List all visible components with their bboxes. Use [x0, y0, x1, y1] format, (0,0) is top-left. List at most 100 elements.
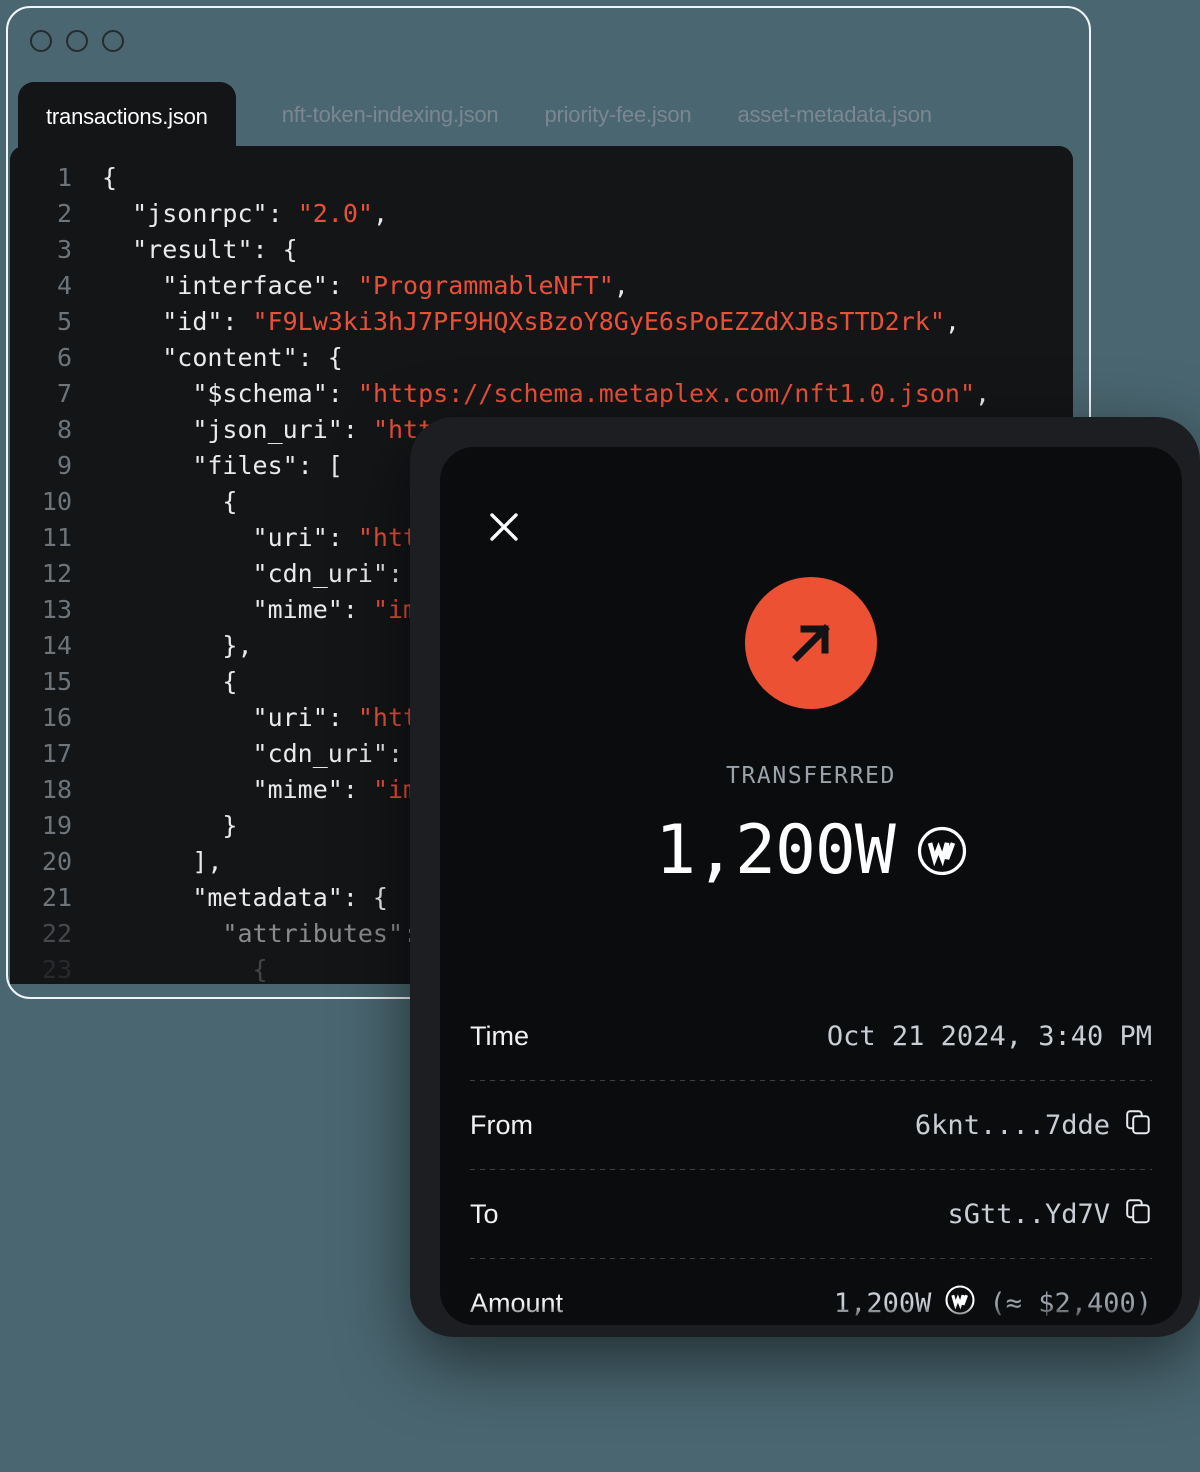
code-token: {: [222, 667, 238, 696]
code-token: "$schema":: [192, 379, 358, 408]
code-token: ,: [975, 379, 991, 408]
code-token: {: [222, 487, 238, 516]
w-token-icon: [917, 826, 966, 875]
line-number: 19: [41, 811, 72, 840]
line-number: 17: [41, 739, 72, 768]
close-window-button[interactable]: [30, 30, 52, 52]
code-token: "metadata": {: [192, 883, 388, 912]
detail-value-text: sGtt..Yd7V: [947, 1198, 1110, 1230]
line-number: 8: [56, 415, 72, 444]
code-token: }: [222, 811, 238, 840]
detail-value-text: Oct 21 2024, 3:40 PM: [826, 1020, 1152, 1052]
copy-address-button[interactable]: [1124, 1197, 1152, 1232]
code-token: "content": {: [162, 343, 343, 372]
detail-label: From: [470, 1109, 533, 1140]
detail-value-text: 6knt....7dde: [914, 1109, 1110, 1141]
copy-icon[interactable]: [1124, 1108, 1152, 1136]
code-string: "F9Lw3ki3hJ7PF9HQXsBzoY8GyE6sPoEZZdXJBsT…: [252, 307, 945, 336]
line-number: 1: [56, 163, 72, 192]
code-token: "interface":: [162, 271, 358, 300]
close-modal-button[interactable]: [482, 505, 526, 549]
line-number: 6: [56, 343, 72, 372]
detail-value: 6knt....7dde: [915, 1108, 1152, 1143]
code-token: {: [252, 955, 268, 984]
line-number: 10: [41, 487, 72, 516]
line-number: 22: [41, 919, 72, 948]
code-line: 6 "content": {: [10, 340, 1073, 376]
line-number: 20: [41, 847, 72, 876]
minimize-window-button[interactable]: [66, 30, 88, 52]
detail-row-time: Time Oct 21 2024, 3:40 PM: [470, 992, 1152, 1080]
code-string: "2.0": [297, 199, 373, 228]
code-token: "mime":: [252, 595, 373, 624]
line-number: 12: [41, 559, 72, 588]
line-number: 14: [41, 631, 72, 660]
code-token: ,: [372, 199, 389, 228]
modal-hero: TRANSFERRED 1,200W: [440, 577, 1182, 890]
code-token: "jsonrpc":: [132, 199, 298, 228]
copy-icon[interactable]: [1124, 1197, 1152, 1225]
code-token: "json_uri":: [192, 415, 373, 444]
editor-tab-bar: transactions.json nft-token-indexing.json…: [8, 76, 1089, 154]
editor-tab-transactions-json[interactable]: transactions.json: [18, 82, 236, 154]
modal-bottom-fade: [440, 1305, 1182, 1325]
detail-row-from: From 6knt....7dde: [470, 1081, 1152, 1169]
code-token: ],: [192, 847, 223, 876]
maximize-window-button[interactable]: [102, 30, 124, 52]
detail-value: Oct 21 2024, 3:40 PM: [827, 1021, 1152, 1052]
code-token: "result": {: [132, 235, 298, 264]
detail-label: To: [470, 1198, 499, 1229]
line-number: 13: [41, 595, 72, 624]
line-number: 11: [41, 523, 72, 552]
line-number: 3: [56, 235, 72, 264]
code-line: 4 "interface": "ProgrammableNFT",: [10, 268, 1073, 304]
code-string: "https://schema.metaplex.com/nft1.0.json…: [357, 379, 975, 408]
code-token: ,: [944, 307, 960, 336]
line-number: 21: [41, 883, 72, 912]
code-token: ,: [613, 271, 629, 300]
code-line: 3 "result": {: [10, 232, 1073, 268]
code-line: 1{: [10, 160, 1073, 196]
line-number: 7: [56, 379, 72, 408]
line-number: 18: [41, 775, 72, 804]
code-line: 7 "$schema": "https://schema.metaplex.co…: [10, 376, 1073, 412]
line-number: 5: [56, 307, 72, 336]
copy-address-button[interactable]: [1124, 1108, 1152, 1143]
code-token: },: [222, 631, 253, 660]
transaction-details-list: Time Oct 21 2024, 3:40 PM From 6knt....7dde…: [470, 992, 1152, 1325]
close-icon: [490, 513, 518, 541]
transaction-amount: 1,200W: [655, 811, 896, 890]
code-token: "mime":: [252, 775, 373, 804]
code-string: "ProgrammableNFT": [357, 271, 614, 300]
line-number: 4: [56, 271, 72, 300]
detail-row-to: To sGtt..Yd7V: [470, 1170, 1152, 1258]
line-number: 2: [56, 199, 72, 228]
line-number: 23: [41, 955, 72, 984]
line-number: 15: [41, 667, 72, 696]
transfer-status-badge: [745, 577, 877, 709]
code-line: 2 "jsonrpc": "2.0",: [10, 196, 1073, 232]
code-token: "files": [: [192, 451, 343, 480]
screenshot-root: transactions.json nft-token-indexing.json…: [0, 0, 1200, 1472]
transaction-detail-modal: TRANSFERRED 1,200W Time Oct 21 2024, 3:40…: [440, 447, 1182, 1325]
code-token: "cdn_uri":: [252, 559, 419, 588]
line-number: 9: [56, 451, 72, 480]
